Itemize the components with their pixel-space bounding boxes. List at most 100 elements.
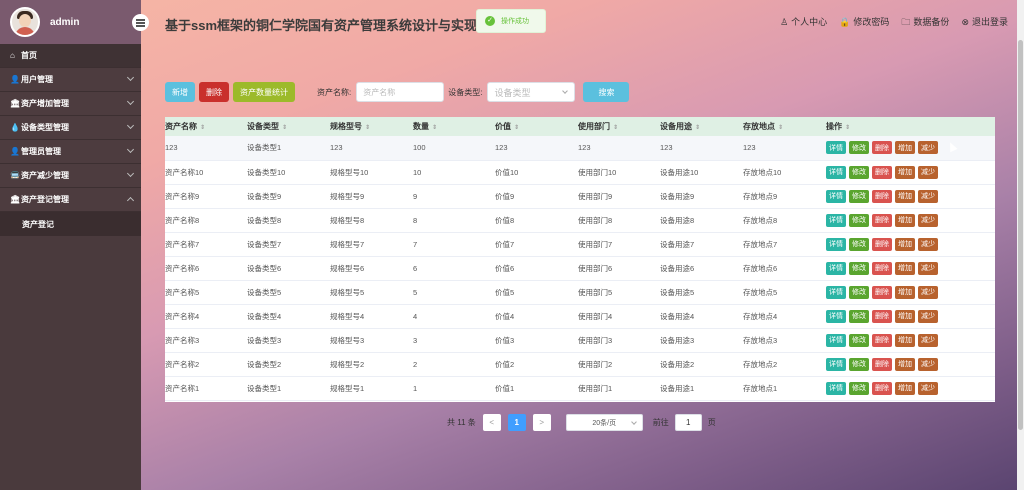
column-header[interactable]: 资产名称 ⇕ bbox=[165, 117, 247, 136]
table-row[interactable]: 资产名称4 设备类型4 规格型号4 4 价值4 使用部门4 设备用途4 存放地点4 详情 修改 删除… bbox=[165, 304, 995, 329]
sort-icon[interactable]: ⇕ bbox=[200, 125, 205, 131]
edit-button[interactable]: 修改 bbox=[849, 261, 869, 275]
asset-stat-button[interactable]: 资产数量统计 bbox=[233, 82, 295, 102]
sort-icon[interactable]: ⇕ bbox=[365, 125, 370, 131]
goto-page-input[interactable]: 1 bbox=[674, 414, 702, 431]
decrease-button[interactable]: 减少 bbox=[918, 357, 938, 371]
table-row[interactable]: 资产名称2 设备类型2 规格型号2 2 价值2 使用部门2 设备用途2 存放地点2 详情 修改 删除… bbox=[165, 352, 995, 377]
edit-button[interactable]: 修改 bbox=[849, 333, 869, 347]
delete-row-button[interactable]: 删除 bbox=[872, 333, 892, 347]
table-row[interactable]: 资产名称7 设备类型7 规格型号7 7 价值7 使用部门7 设备用途7 存放地点7 详情 修改 删除… bbox=[165, 232, 995, 257]
sidebar-item-4[interactable]: 👤 管理员管理 bbox=[0, 140, 141, 164]
next-page-button[interactable]: > bbox=[532, 414, 551, 431]
increase-button[interactable]: 增加 bbox=[895, 189, 915, 203]
delete-row-button[interactable]: 删除 bbox=[872, 309, 892, 323]
edit-button[interactable]: 修改 bbox=[849, 189, 869, 203]
detail-button[interactable]: 详情 bbox=[826, 141, 846, 155]
table-row[interactable]: 资产名称1 设备类型1 规格型号1 1 价值1 使用部门1 设备用途1 存放地点1 详情 修改 删除… bbox=[165, 376, 995, 401]
edit-button[interactable]: 修改 bbox=[849, 213, 869, 227]
delete-row-button[interactable]: 删除 bbox=[872, 189, 892, 203]
sidebar-item-0[interactable]: ⌂ 首页 bbox=[0, 44, 141, 68]
table-row[interactable]: 资产名称5 设备类型5 规格型号5 5 价值5 使用部门5 设备用途5 存放地点5 详情 修改 删除… bbox=[165, 280, 995, 305]
add-button[interactable]: 新增 bbox=[165, 82, 195, 102]
column-header[interactable]: 存放地点 ⇕ bbox=[743, 117, 826, 136]
increase-button[interactable]: 增加 bbox=[895, 285, 915, 299]
table-row[interactable]: 123 设备类型1 123 100 123 123 123 123 详情 修改 删除 增加 减少 bbox=[165, 136, 995, 161]
detail-button[interactable]: 详情 bbox=[826, 309, 846, 323]
sort-icon[interactable]: ⇕ bbox=[695, 125, 700, 131]
increase-button[interactable]: 增加 bbox=[895, 357, 915, 371]
menu-toggle-icon[interactable] bbox=[132, 14, 149, 31]
edit-button[interactable]: 修改 bbox=[849, 309, 869, 323]
table-row[interactable]: 资产名称9 设备类型9 规格型号9 9 价值9 使用部门9 设备用途9 存放地点9 详情 修改 删除… bbox=[165, 184, 995, 209]
detail-button[interactable]: 详情 bbox=[826, 357, 846, 371]
decrease-button[interactable]: 减少 bbox=[918, 141, 938, 155]
page-size-select[interactable]: 20条/页 bbox=[565, 414, 643, 431]
detail-button[interactable]: 详情 bbox=[826, 285, 846, 299]
delete-row-button[interactable]: 删除 bbox=[872, 237, 892, 251]
column-header[interactable]: 设备类型 ⇕ bbox=[247, 117, 330, 136]
sidebar-item-1[interactable]: 👤 用户管理 bbox=[0, 68, 141, 92]
edit-button[interactable]: 修改 bbox=[849, 381, 869, 395]
search-button[interactable]: 搜索 bbox=[583, 82, 630, 102]
column-header[interactable]: 操作 ⇕ bbox=[826, 117, 995, 136]
sort-icon[interactable]: ⇕ bbox=[432, 125, 437, 131]
detail-button[interactable]: 详情 bbox=[826, 189, 846, 203]
increase-button[interactable]: 增加 bbox=[895, 165, 915, 179]
increase-button[interactable]: 增加 bbox=[895, 333, 915, 347]
edit-button[interactable]: 修改 bbox=[849, 165, 869, 179]
detail-button[interactable]: 详情 bbox=[826, 237, 846, 251]
decrease-button[interactable]: 减少 bbox=[918, 333, 938, 347]
detail-button[interactable]: 详情 bbox=[826, 165, 846, 179]
prev-page-button[interactable]: < bbox=[482, 414, 501, 431]
sort-icon[interactable]: ⇕ bbox=[778, 125, 783, 131]
increase-button[interactable]: 增加 bbox=[895, 381, 915, 395]
edit-button[interactable]: 修改 bbox=[849, 285, 869, 299]
detail-button[interactable]: 详情 bbox=[826, 333, 846, 347]
top-link-2[interactable]: 🗀 数据备份 bbox=[901, 15, 949, 31]
top-link-3[interactable]: ⊗ 退出登录 bbox=[961, 15, 1008, 31]
delete-row-button[interactable]: 删除 bbox=[872, 141, 892, 155]
top-link-1[interactable]: 🔒 修改密码 bbox=[839, 15, 889, 31]
delete-row-button[interactable]: 删除 bbox=[872, 357, 892, 371]
top-link-0[interactable]: ♙ 个人中心 bbox=[780, 15, 827, 31]
decrease-button[interactable]: 减少 bbox=[918, 237, 938, 251]
delete-row-button[interactable]: 删除 bbox=[872, 165, 892, 179]
decrease-button[interactable]: 减少 bbox=[918, 213, 938, 227]
delete-row-button[interactable]: 删除 bbox=[872, 381, 892, 395]
sort-icon[interactable]: ⇕ bbox=[514, 125, 519, 131]
detail-button[interactable]: 详情 bbox=[826, 261, 846, 275]
decrease-button[interactable]: 减少 bbox=[918, 189, 938, 203]
column-header[interactable]: 规格型号 ⇕ bbox=[330, 117, 413, 136]
detail-button[interactable]: 详情 bbox=[826, 213, 846, 227]
table-row[interactable]: 资产名称6 设备类型6 规格型号6 6 价值6 使用部门6 设备用途6 存放地点6 详情 修改 删除… bbox=[165, 256, 995, 281]
scrollbar-thumb[interactable] bbox=[1018, 40, 1023, 430]
increase-button[interactable]: 增加 bbox=[895, 261, 915, 275]
edit-button[interactable]: 修改 bbox=[849, 141, 869, 155]
delete-row-button[interactable]: 删除 bbox=[872, 213, 892, 227]
decrease-button[interactable]: 减少 bbox=[918, 261, 938, 275]
sidebar-item-6[interactable]: 🏛 资产登记管理 bbox=[0, 188, 141, 212]
increase-button[interactable]: 增加 bbox=[895, 141, 915, 155]
edit-button[interactable]: 修改 bbox=[849, 237, 869, 251]
column-header[interactable]: 使用部门 ⇕ bbox=[578, 117, 660, 136]
column-header[interactable]: 设备用途 ⇕ bbox=[660, 117, 743, 136]
detail-button[interactable]: 详情 bbox=[826, 381, 846, 395]
decrease-button[interactable]: 减少 bbox=[918, 165, 938, 179]
page-1-button[interactable]: 1 bbox=[507, 414, 526, 431]
page-scrollbar[interactable] bbox=[1017, 0, 1024, 490]
sidebar-item-2[interactable]: 🏛 资产增加管理 bbox=[0, 92, 141, 116]
decrease-button[interactable]: 减少 bbox=[918, 285, 938, 299]
delete-row-button[interactable]: 删除 bbox=[872, 285, 892, 299]
sidebar-item-5[interactable]: 🚍 资产减少管理 bbox=[0, 164, 141, 188]
column-header[interactable]: 数量 ⇕ bbox=[413, 117, 495, 136]
submenu-item-0[interactable]: 资产登记 bbox=[0, 212, 141, 236]
increase-button[interactable]: 增加 bbox=[895, 213, 915, 227]
table-row[interactable]: 资产名称3 设备类型3 规格型号3 3 价值3 使用部门3 设备用途3 存放地点3 详情 修改 删除… bbox=[165, 328, 995, 353]
increase-button[interactable]: 增加 bbox=[895, 309, 915, 323]
asset-name-input[interactable]: 资产名称 bbox=[356, 82, 445, 102]
table-row[interactable]: 资产名称8 设备类型8 规格型号8 8 价值8 使用部门8 设备用途8 存放地点8 详情 修改 删除… bbox=[165, 208, 995, 233]
device-type-select[interactable]: 设备类型 bbox=[487, 82, 576, 102]
sort-icon[interactable]: ⇕ bbox=[282, 125, 287, 131]
table-row[interactable]: 资产名称10 设备类型10 规格型号10 10 价值10 使用部门10 设备用途10 存放地点… bbox=[165, 160, 995, 185]
